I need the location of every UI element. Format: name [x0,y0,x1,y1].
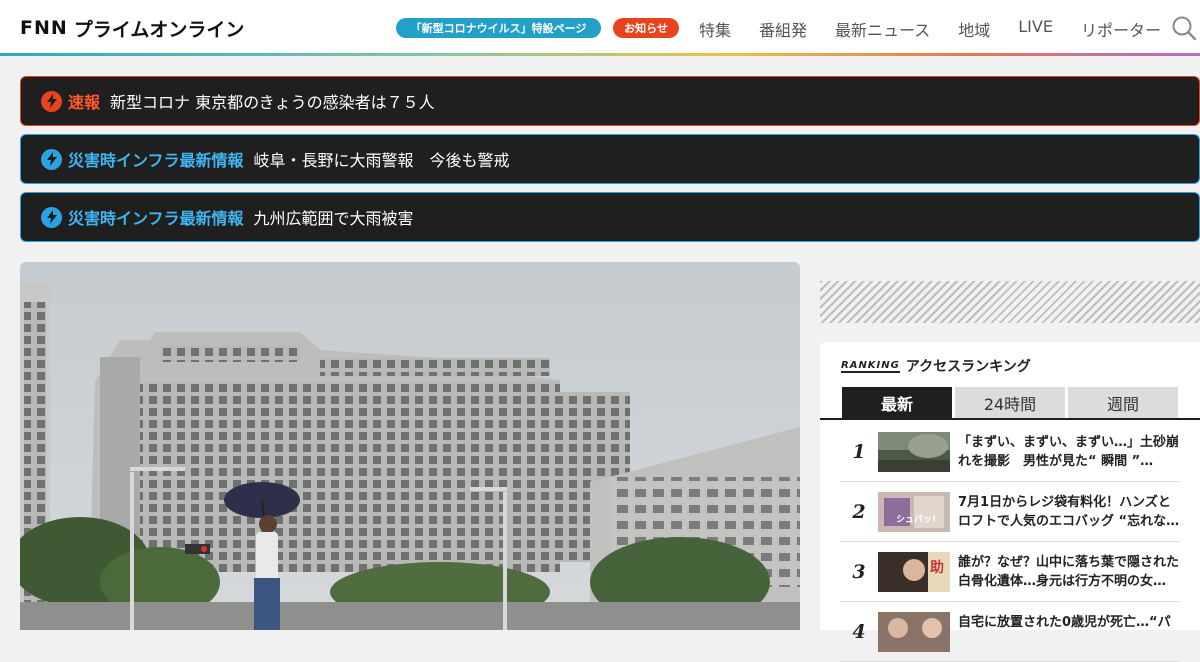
nav-item-region[interactable]: 地域 [958,17,990,41]
nav-item-programs[interactable]: 番組発 [759,17,807,41]
lightning-icon [41,90,62,112]
list-item[interactable]: 4 自宅に放置された0歳児が死亡…“パ [840,602,1180,662]
nav-item-reporter[interactable]: リポーター [1081,17,1161,41]
logo-text: プライムオンライン [73,18,245,41]
alert-tag: 災害時インフラ最新情報 [68,209,244,228]
list-item[interactable]: 3 助 誰が？なぜ？山中に落ち葉で隠された白骨化遺体…身元は行方不明の女… [840,542,1180,602]
ad-placeholder [820,281,1200,323]
search-icon[interactable] [1171,15,1197,41]
ranking-header: RANKING アクセスランキング [841,356,1031,376]
tab-24h[interactable]: 24時間 [955,387,1065,418]
access-ranking-panel: RANKING アクセスランキング 最新 24時間 週間 1 「まずい、まずい、… [820,342,1200,662]
disaster-info-banner[interactable]: 災害時インフラ最新情報 九州広範囲で大雨被害 [20,192,1200,242]
hero-article-image[interactable] [20,262,800,630]
tabs-underline [820,418,1200,420]
rank-number: 3 [852,560,866,583]
alert-text: 九州広範囲で大雨被害 [253,209,414,228]
disaster-info-banner[interactable]: 災害時インフラ最新情報 岐阜・長野に大雨警報 今後も警戒 [20,134,1200,184]
alert-tag: 災害時インフラ最新情報 [68,151,244,170]
header-gradient-rule [0,53,1200,56]
article-thumbnail [878,431,950,472]
article-title: 自宅に放置された0歳児が死亡…“パ [958,614,1171,630]
lightning-icon [41,148,62,170]
ranking-list: 1 「まずい、まずい、まずい…」土砂崩れを撮影 男性が見た“ 瞬間 ”… 2 シ… [840,422,1180,662]
article-thumbnail: シュパッ! [878,491,950,532]
article-title: 「まずい、まずい、まずい…」土砂崩れを撮影 男性が見た“ 瞬間 ”… [958,434,1180,469]
article-title: 7月1日からレジ袋有料化！ハンズとロフトで人気のエコバッグ “忘れな… [958,494,1180,529]
article-thumbnail: 助 [878,551,950,592]
rank-number: 2 [852,500,866,523]
alert-text: 岐阜・長野に大雨警報 今後も警戒 [253,151,510,170]
ranking-badge: RANKING [841,359,900,373]
tab-weekly[interactable]: 週間 [1068,387,1178,418]
list-item[interactable]: 2 シュパッ! 7月1日からレジ袋有料化！ハンズとロフトで人気のエコバッグ “忘… [840,482,1180,542]
notice-link[interactable]: お知らせ [613,18,679,38]
alert-tag: 速報 [68,93,101,112]
site-logo[interactable]: FNN プライムオンライン [20,16,245,41]
site-header: FNN プライムオンライン 「新型コロナウイルス」特設ページ お知らせ 特集 番… [0,0,1200,56]
rank-number: 1 [852,440,866,463]
main-nav: 特集 番組発 最新ニュース 地域 LIVE リポーター [699,17,1161,41]
government-building-photo [20,262,800,630]
alert-text: 新型コロナ 東京都のきょうの感染者は７５人 [110,93,435,112]
ranking-title: アクセスランキング [905,359,1031,375]
ranking-tabs: 最新 24時間 週間 [842,387,1178,418]
logo-fnn: FNN [20,17,68,39]
list-item[interactable]: 1 「まずい、まずい、まずい…」土砂崩れを撮影 男性が見た“ 瞬間 ”… [840,422,1180,482]
nav-item-latest-news[interactable]: 最新ニュース [835,17,930,41]
thumb-caption: シュパッ! [896,513,936,525]
lightning-icon [41,206,62,228]
alert-banners: 速報 新型コロナ 東京都のきょうの感染者は７５人 災害時インフラ最新情報 岐阜・… [20,76,1200,250]
article-thumbnail [878,611,950,652]
breaking-news-banner[interactable]: 速報 新型コロナ 東京都のきょうの感染者は７５人 [20,76,1200,126]
nav-item-features[interactable]: 特集 [699,17,731,41]
article-title: 誰が？なぜ？山中に落ち葉で隠された白骨化遺体…身元は行方不明の女… [958,554,1180,589]
nav-item-live[interactable]: LIVE [1018,17,1053,41]
thumb-caption: 助 [930,559,944,576]
corona-special-page-link[interactable]: 「新型コロナウイルス」特設ページ [396,18,601,38]
tab-latest[interactable]: 最新 [842,387,952,418]
rank-number: 4 [852,620,866,643]
